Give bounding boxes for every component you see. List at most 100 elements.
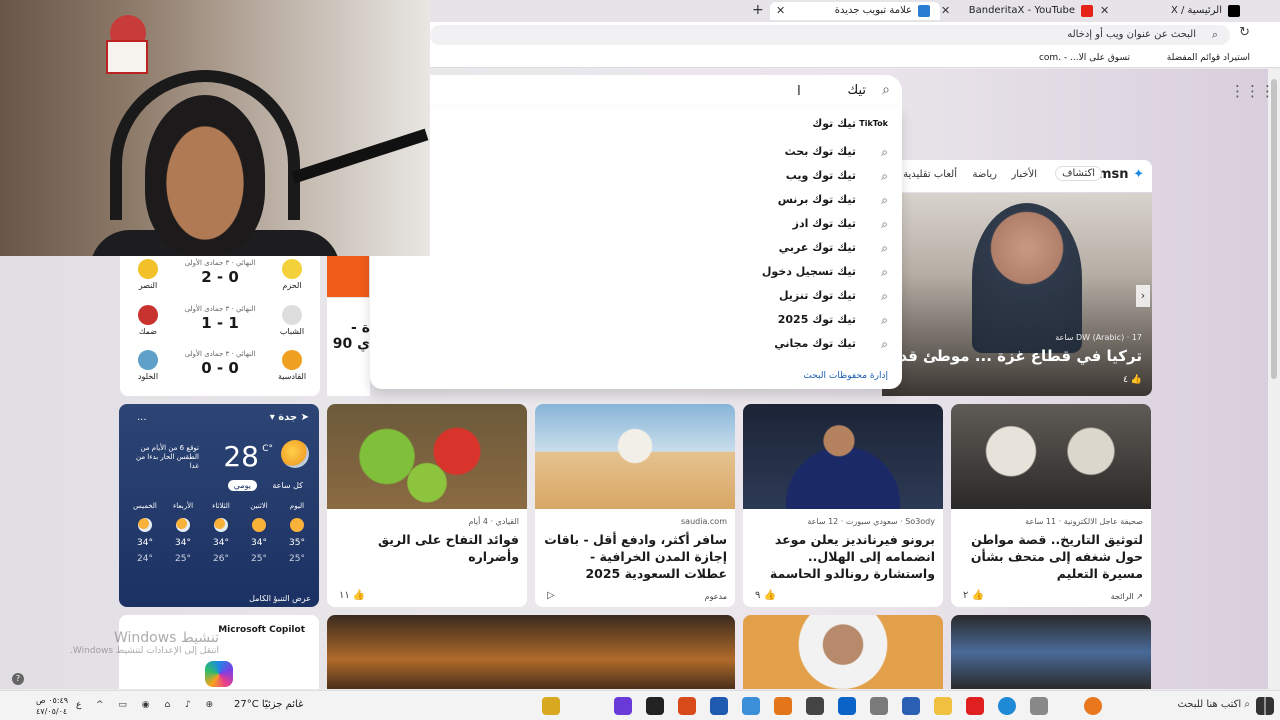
suggestion-item[interactable]: ⌕ تيك توك تنزيل — [384, 285, 888, 307]
team-crest-icon — [282, 350, 302, 370]
webcam-overlay — [0, 0, 430, 256]
suggestion-item[interactable]: ⌕ تيك توك 2025 — [384, 309, 888, 331]
msn-butterfly-icon: ✦ — [1133, 167, 1144, 182]
suggestion-tiktok[interactable]: TikTok تيك توك — [384, 113, 888, 135]
promo-thumbnail[interactable] — [327, 255, 369, 297]
refresh-icon[interactable]: ↻ — [1239, 25, 1250, 40]
news-card[interactable]: So3ody · سعودي سبورت · 12 ساعة برونو فير… — [743, 404, 943, 607]
tab-daily[interactable]: يومي — [227, 480, 257, 491]
city-name: جدة — [278, 412, 298, 423]
close-tab-icon[interactable]: ✕ — [776, 2, 785, 20]
youtube-app-icon[interactable] — [966, 697, 984, 715]
clock[interactable]: ٠٥:٤٩ ص ٤٧/٠٥/٠٤ — [36, 695, 68, 717]
weather-note: توقع 6 من الأيام من الطقس الحار بدءا من … — [135, 444, 199, 470]
forecast-day[interactable]: اليوم 35° 25° — [279, 502, 315, 564]
weather-city[interactable]: ➤ جدة ▾ — [270, 412, 309, 423]
word-icon[interactable] — [902, 697, 920, 715]
help-icon[interactable]: ? — [12, 673, 24, 685]
suggestion-item[interactable]: ⌕ تيك توك ويب — [384, 165, 888, 187]
suggestion-item[interactable]: ⌕ تيك توك بحث — [384, 141, 888, 163]
more-options-icon[interactable]: ... — [137, 412, 147, 423]
tab-hourly[interactable]: كل ساعة — [266, 480, 309, 491]
news-image[interactable] — [743, 615, 943, 689]
app-icon[interactable] — [806, 697, 824, 715]
full-forecast-link[interactable]: عرض التنبؤ الكامل — [249, 594, 311, 603]
tab-new-tab[interactable]: علامة تبويب جديدة ✕ — [770, 2, 940, 20]
forecast-day[interactable]: الأربعاء 34° 25° — [165, 502, 201, 564]
hero-title[interactable]: تركيا في قطاع غزة ... موطئ قدم ثابت — [882, 347, 1142, 365]
address-bar[interactable]: ⌕ البحث عن عنوان ويب أو إدخاله — [430, 25, 1230, 45]
taskbar-weather[interactable]: 27°C غائم جزئيًا — [234, 699, 303, 710]
web-search-box[interactable]: ⌕ تيك — [370, 75, 902, 107]
tab-news[interactable]: الأخبار — [1011, 169, 1037, 180]
suggestion-text: تيك توك بحث — [784, 145, 856, 158]
msn-logo[interactable]: ✦ msn — [1098, 167, 1144, 182]
tab-sports[interactable]: رياضة — [972, 169, 997, 180]
forecast-day[interactable]: الاثنين 34° 25° — [241, 502, 277, 564]
close-tab-icon[interactable]: ✕ — [941, 2, 950, 20]
tab-label: علامة تبويب جديدة — [834, 5, 912, 16]
suggestion-item[interactable]: ⌕ تيك تسجيل دخول — [384, 261, 888, 283]
news-image[interactable] — [951, 615, 1151, 689]
hero-like-count[interactable]: 👍 ٤ — [1123, 375, 1142, 385]
fruit-icon[interactable] — [1084, 697, 1102, 715]
next-arrow-icon[interactable]: › — [1136, 285, 1150, 307]
page-scrollbar[interactable] — [1268, 69, 1280, 689]
news-title[interactable]: لتوثيق التاريخ.. قصة مواطن حول شغفه إلى … — [959, 531, 1143, 582]
outlook-icon[interactable] — [838, 697, 856, 715]
search-query[interactable]: تيك — [848, 83, 867, 98]
suggestion-item[interactable]: ⌕ تيك توك ادز — [384, 213, 888, 235]
tab-discover[interactable]: اكتشاف — [1055, 166, 1102, 181]
news-card[interactable]: صحيفة عاجل الالكترونية · 11 ساعة لتوثيق … — [951, 404, 1151, 607]
explorer-icon[interactable] — [934, 697, 952, 715]
forecast-day[interactable]: الثلاثاء 34° 26° — [203, 502, 239, 564]
taskbar-search[interactable]: ⌕ اكتب هنا للبحث — [1177, 699, 1250, 710]
match-row[interactable]: الشباب النهائي · ٣ جمادى الأولى 1 - 1 ضم… — [128, 303, 312, 348]
home-team: القادسية — [277, 372, 307, 381]
new-tab-button[interactable]: + — [752, 2, 764, 18]
language-indicator[interactable]: ع — [76, 700, 81, 710]
suggestion-item[interactable]: ⌕ تيك توك مجاني — [384, 333, 888, 355]
epic-games-icon[interactable] — [646, 697, 664, 715]
task-view-icon[interactable] — [1030, 697, 1048, 715]
manage-search-history-link[interactable]: إدارة محفوظات البحث — [803, 371, 888, 381]
news-card[interactable]: القيادي · 4 أيام فوائد التفاح على الريق … — [327, 404, 527, 607]
amazon-icon[interactable] — [774, 697, 792, 715]
suggestion-item[interactable]: ⌕ تيك توك برنس — [384, 189, 888, 211]
news-title[interactable]: فوائد التفاح على الريق وأضراره — [335, 531, 519, 565]
match-row[interactable]: القادسية النهائي · ٣ جمادى الأولى 0 - 0 … — [128, 348, 312, 393]
news-title[interactable]: برونو فيرنانديز يعلن موعد انضمامه إلى ال… — [751, 531, 935, 582]
play-icon[interactable]: ▷ — [547, 590, 555, 601]
app-icon[interactable] — [614, 697, 632, 715]
news-title[interactable]: سافر أكثر، وادفع أقل - باقات إجازة المدن… — [543, 531, 727, 582]
like-button[interactable]: 👍 ١١ — [339, 590, 365, 601]
edge-icon[interactable] — [998, 697, 1016, 715]
store-icon[interactable] — [870, 697, 888, 715]
hero-news-card[interactable]: DW (Arabic) · 17 ساعة تركيا في قطاع غزة … — [882, 193, 1152, 396]
match-row[interactable]: الحزم النهائي · ٣ جمادى الأولى 0 - 2 الن… — [128, 257, 312, 302]
news-image[interactable] — [327, 615, 735, 689]
news-source: So3ody · سعودي سبورت · 12 ساعة — [807, 517, 935, 526]
forecast-day[interactable]: الخميس 34° 24° — [127, 502, 163, 564]
team-crest-icon — [138, 350, 158, 370]
app-icon[interactable] — [710, 697, 728, 715]
like-button[interactable]: 👍 ٩ — [755, 590, 776, 601]
tab-youtube[interactable]: BanderitaX - YouTube ✕ — [935, 2, 1105, 20]
app-icon[interactable] — [542, 697, 560, 715]
import-favorites-label: استيراد قوائم المفضلة — [1166, 53, 1250, 63]
like-button[interactable]: 👍 ٢ — [963, 590, 984, 601]
team-crest-icon — [282, 305, 302, 325]
sponsored-card[interactable]: saudia.com سافر أكثر، وادفع أقل - باقات … — [535, 404, 735, 607]
tab-classic-games[interactable]: ألعاب تقليدية — [903, 169, 957, 180]
app-icon[interactable] — [678, 697, 696, 715]
windows-start-icon[interactable] — [1256, 697, 1274, 715]
suggestion-item[interactable]: ⌕ تيك توك عربي — [384, 237, 888, 259]
news-source: صحيفة عاجل الالكترونية · 11 ساعة — [1025, 517, 1143, 526]
import-favorites-link[interactable]: استيراد قوائم المفضلة — [1167, 48, 1250, 68]
partial-news-card[interactable]: ة - ي 90 — [327, 298, 370, 396]
app-icon[interactable] — [742, 697, 760, 715]
system-tray[interactable]: ^ ▭ ◉ ⌂ ♪ ⊕ — [96, 700, 219, 710]
apps-grid-icon[interactable]: ⋮⋮⋮ — [1230, 82, 1275, 100]
weather-card[interactable]: ➤ جدة ▾ ... °C 28 توقع 6 من الأيام من ال… — [119, 404, 319, 607]
shopping-favorite-link[interactable]: تسوق على الا... - .com — [1039, 48, 1130, 68]
